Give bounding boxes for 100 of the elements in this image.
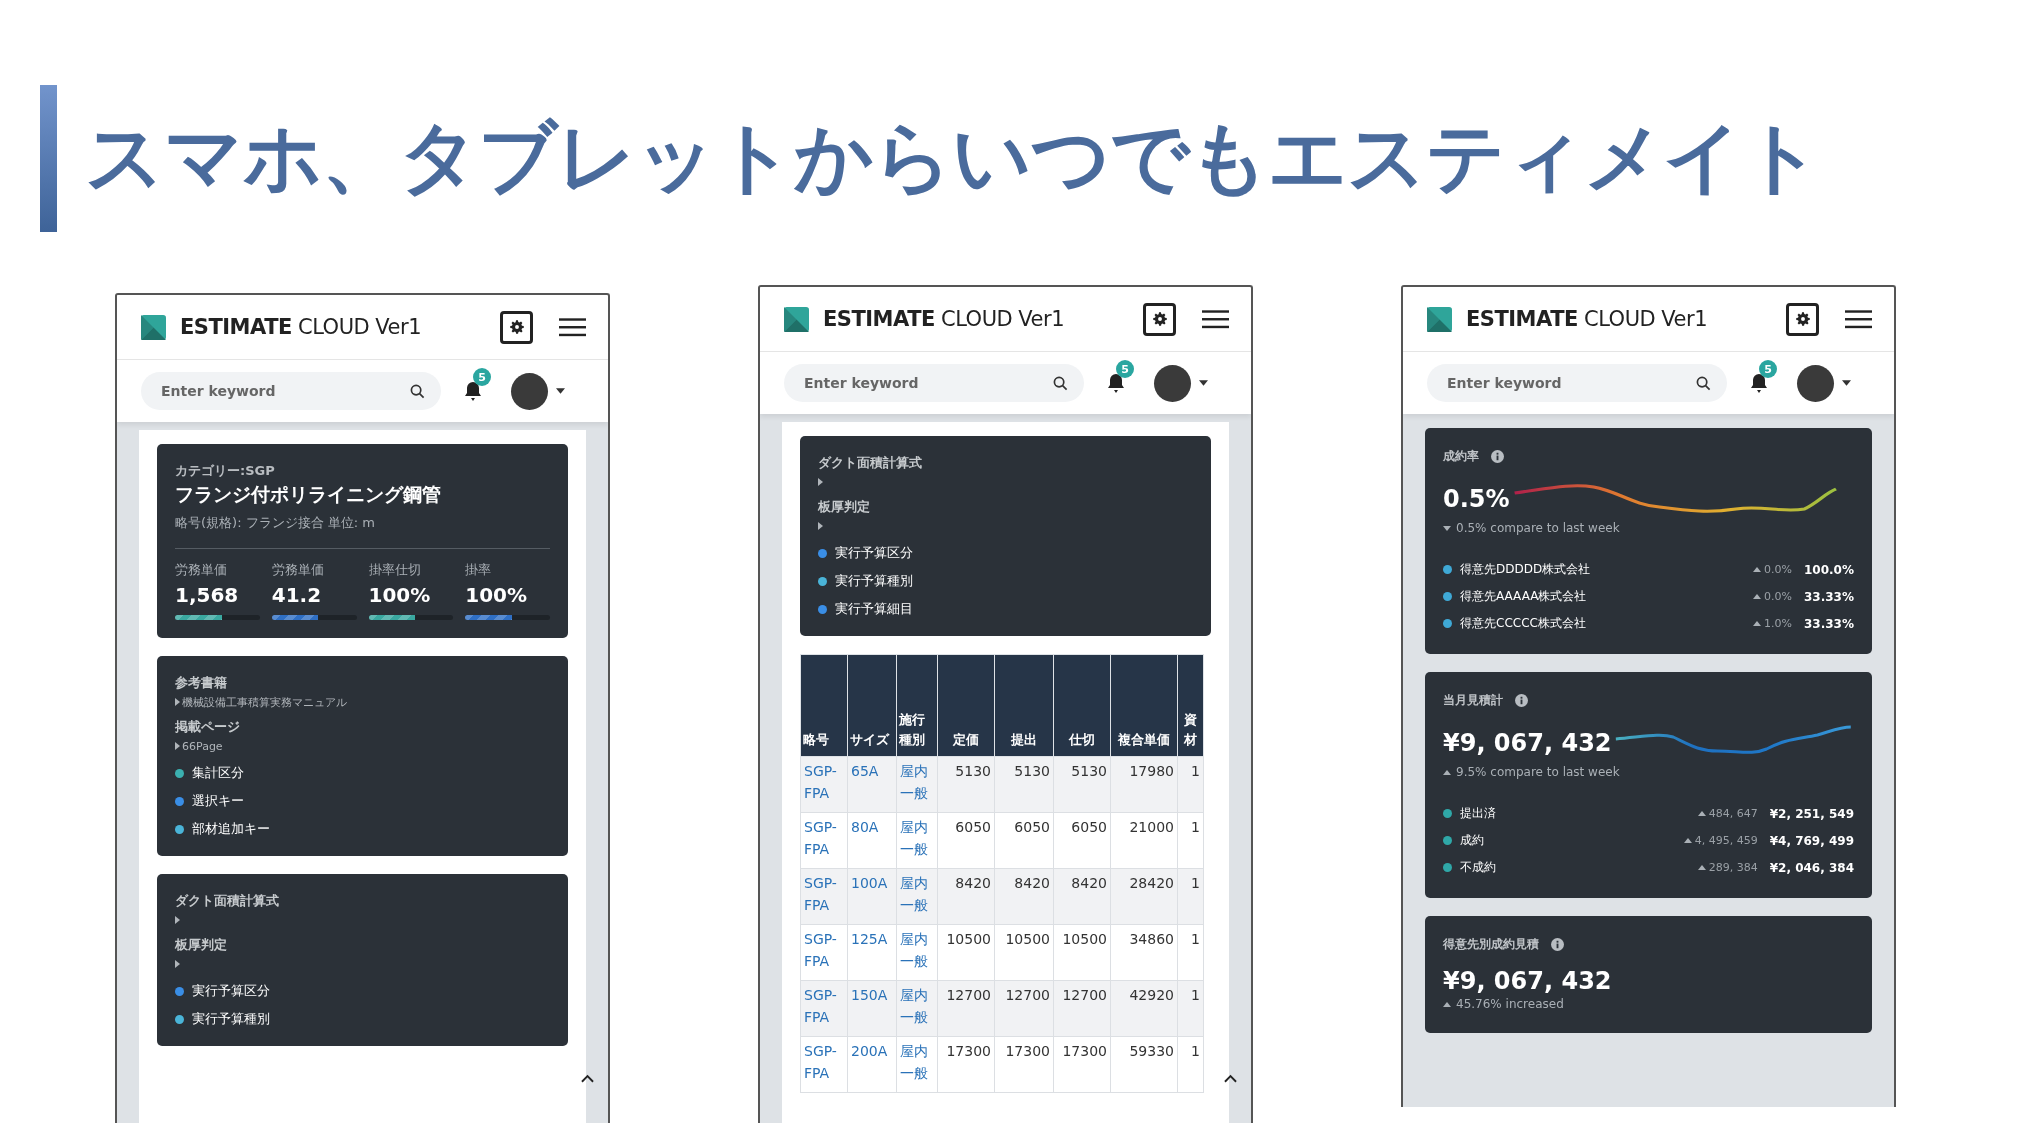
app-title: ESTIMATE CLOUD Ver1: [180, 315, 421, 339]
stat-label: 掛率仕切: [368, 561, 422, 579]
category-label: カテゴリー:SGP: [175, 462, 276, 480]
search-field[interactable]: Enter keyword: [1427, 364, 1727, 402]
item-value: 33.33%: [1804, 616, 1854, 631]
notification-badge: 5: [473, 368, 491, 386]
item-label: 得意先AAAAA株式会社: [1460, 588, 1588, 605]
item-label: 得意先DDDDD株式会社: [1460, 561, 1592, 578]
settings-button[interactable]: [500, 310, 533, 344]
table-cell: 5130: [994, 756, 1054, 813]
item-change: 0.0%: [1764, 563, 1792, 576]
metric-value: 0.5%: [1443, 485, 1510, 513]
table-cell: 10500: [1053, 924, 1111, 981]
avatar[interactable]: [1154, 364, 1191, 402]
chevron-up-icon[interactable]: [1224, 1074, 1237, 1083]
item-value: ¥2, 251, 549: [1769, 806, 1854, 821]
column-header: 定価: [937, 654, 995, 757]
section-heading: 掲載ページ: [175, 718, 241, 736]
bullet-label: 部材追加キー: [192, 820, 270, 838]
caret-icon[interactable]: [1199, 380, 1208, 386]
bullet-label: 実行予算区分: [192, 982, 270, 1000]
column-header: サイズ: [847, 654, 897, 757]
column-header: 複合単価: [1110, 654, 1178, 757]
avatar[interactable]: [1797, 364, 1834, 402]
gear-icon: [1150, 310, 1169, 328]
table-cell: 5130: [1053, 756, 1111, 813]
item-change: 289, 384: [1708, 861, 1758, 874]
change-text: 0.5% compare to last week: [1456, 521, 1620, 535]
section-heading: ダクト面積計算式: [175, 892, 280, 910]
bell-icon[interactable]: [1749, 372, 1769, 394]
caret-icon[interactable]: [556, 388, 565, 394]
menu-icon[interactable]: [1202, 309, 1229, 329]
chevron-up-icon[interactable]: [581, 1074, 594, 1083]
metric-title: 成約率: [1443, 448, 1479, 465]
item-change: 4, 495, 459: [1694, 834, 1758, 847]
change-text: 45.76% increased: [1456, 997, 1564, 1011]
column-header: 略号: [800, 654, 848, 757]
table-cell: 1: [1177, 1036, 1204, 1093]
headline: スマホ、タブレットからいつでもエスティメイト: [85, 111, 1821, 204]
bullet-label: 集計区分: [192, 764, 244, 782]
info-icon[interactable]: [1551, 938, 1564, 951]
bullet-label: 実行予算細目: [835, 600, 913, 618]
right-triangle-icon: [818, 478, 823, 486]
right-triangle-icon: [175, 698, 180, 706]
bell-icon[interactable]: [463, 380, 483, 402]
column-header: 資材: [1177, 654, 1204, 757]
table-cell: 59330: [1110, 1036, 1178, 1093]
section-value: 機械設備工事積算実務マニュアル: [182, 694, 347, 710]
search-icon[interactable]: [410, 384, 425, 399]
item-change: 0.0%: [1764, 590, 1792, 603]
table-cell: 8420: [1053, 868, 1111, 925]
search-icon[interactable]: [1053, 376, 1068, 391]
table-cell: 6050: [1053, 812, 1111, 869]
logo-icon: [784, 306, 809, 332]
settings-button[interactable]: [1143, 302, 1176, 336]
stat-value: 100%: [368, 583, 432, 607]
search-field[interactable]: Enter keyword: [784, 364, 1084, 402]
table-cell: 6050: [994, 812, 1054, 869]
table-cell: 12700: [1053, 980, 1111, 1037]
bullet-label: 実行予算種別: [192, 1010, 270, 1028]
avatar[interactable]: [511, 372, 548, 410]
metric-title: 当月見積計: [1443, 692, 1503, 709]
right-triangle-icon: [175, 916, 180, 924]
metric-value: ¥9, 067, 432: [1443, 729, 1612, 757]
section-heading: ダクト面積計算式: [818, 454, 923, 472]
item-change: 1.0%: [1764, 617, 1792, 630]
item-label: 提出済: [1460, 805, 1497, 822]
product-spec: 略号(規格): フランジ接合 単位: m: [175, 514, 376, 532]
table-cell: 10500: [994, 924, 1054, 981]
item-label: 不成約: [1460, 859, 1497, 876]
bell-icon[interactable]: [1106, 372, 1126, 394]
table-cell: 8420: [994, 868, 1054, 925]
table-cell: 5130: [937, 756, 995, 813]
info-icon[interactable]: [1515, 694, 1528, 707]
settings-button[interactable]: [1786, 302, 1819, 336]
table-cell: 17980: [1110, 756, 1178, 813]
menu-icon[interactable]: [559, 317, 586, 337]
gear-icon: [1793, 310, 1812, 328]
notification-badge: 5: [1759, 360, 1777, 378]
stat-value: 41.2: [271, 583, 323, 607]
stat-value: 100%: [465, 583, 529, 607]
table-cell: 1: [1177, 924, 1204, 981]
item-label: 得意先CCCCC株式会社: [1460, 615, 1587, 632]
change-text: 9.5% compare to last week: [1456, 765, 1620, 779]
logo-icon: [141, 314, 166, 340]
bullet-label: 実行予算種別: [835, 572, 913, 590]
caret-icon[interactable]: [1842, 380, 1851, 386]
table-cell: 42920: [1110, 980, 1178, 1037]
table-cell: 6050: [937, 812, 995, 869]
table-cell: 8420: [937, 868, 995, 925]
search-icon[interactable]: [1696, 376, 1711, 391]
search-field[interactable]: Enter keyword: [141, 372, 441, 410]
section-heading: 参考書籍: [175, 674, 228, 692]
right-triangle-icon: [175, 960, 180, 968]
table-cell: 10500: [937, 924, 995, 981]
menu-icon[interactable]: [1845, 309, 1872, 329]
bullet-label: 選択キー: [192, 792, 244, 810]
info-icon[interactable]: [1491, 450, 1504, 463]
section-heading: 板厚判定: [818, 498, 871, 516]
section-value: 66Page: [182, 739, 223, 753]
